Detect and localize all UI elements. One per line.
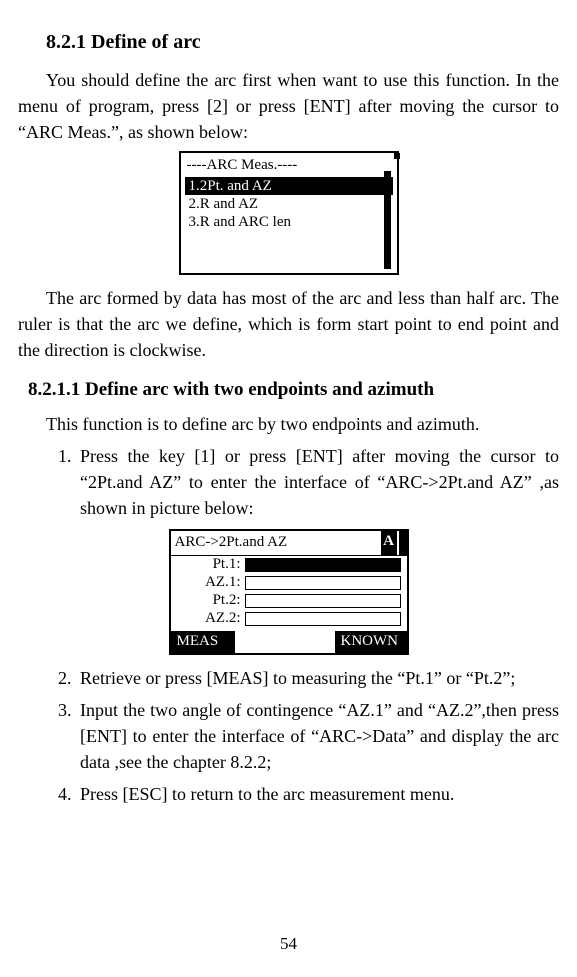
label-az2: AZ.2: — [171, 608, 245, 630]
steps-list: Press the key [1] or press [ENT] after m… — [46, 443, 559, 521]
document-page: 8.2.1 Define of arc You should define th… — [0, 0, 577, 977]
screen1-title: ----ARC Meas.---- — [181, 153, 397, 177]
step-3: Input the two angle of contingence “AZ.1… — [76, 697, 559, 775]
screen-arc-2pt-az-form: ARC->2Pt.and AZ A Pt.1: AZ.1: Pt.2: AZ.2… — [169, 529, 409, 655]
input-pt2[interactable] — [245, 594, 401, 608]
step-2: Retrieve or press [MEAS] to measuring th… — [76, 665, 559, 691]
steps-list-continued: Retrieve or press [MEAS] to measuring th… — [46, 665, 559, 807]
screen2-mode-badge: A — [381, 531, 397, 555]
menu-item-r-and-az[interactable]: 2.R and AZ — [185, 195, 393, 213]
menu-item-2pt-and-az[interactable]: 1.2Pt. and AZ — [185, 177, 393, 195]
input-az2[interactable] — [245, 612, 401, 626]
softkey-known[interactable]: KNOWN — [335, 631, 407, 653]
input-az1[interactable] — [245, 576, 401, 590]
screen-corner-mark — [394, 153, 400, 159]
paragraph-intro: You should define the arc first when wan… — [18, 67, 559, 145]
form-row-az2: AZ.2: — [171, 610, 407, 628]
screen1-menu-list: 1.2Pt. and AZ 2.R and AZ 3.R and ARC len — [185, 177, 393, 231]
softkey-meas[interactable]: MEAS — [171, 631, 235, 653]
screen2-battery-icon — [399, 531, 407, 555]
input-pt1[interactable] — [245, 558, 401, 572]
heading-define-arc-endpoints-azimuth: 8.2.1.1 Define arc with two endpoints an… — [28, 376, 559, 404]
screen-arc-meas-menu: ----ARC Meas.---- 1.2Pt. and AZ 2.R and … — [179, 151, 399, 275]
screen2-topbar: ARC->2Pt.and AZ A — [171, 531, 407, 556]
paragraph-subintro: This function is to define arc by two en… — [46, 411, 559, 437]
menu-item-r-and-arc-len[interactable]: 3.R and ARC len — [185, 213, 393, 231]
step-1: Press the key [1] or press [ENT] after m… — [76, 443, 559, 521]
paragraph-arc-rule: The arc formed by data has most of the a… — [18, 285, 559, 363]
screen2-title: ARC->2Pt.and AZ — [171, 531, 381, 555]
page-number: 54 — [0, 932, 577, 957]
step-4: Press [ESC] to return to the arc measure… — [76, 781, 559, 807]
screen2-softkeys: MEAS KNOWN — [171, 631, 407, 653]
screen1-scrollbar[interactable] — [384, 171, 391, 269]
heading-define-of-arc: 8.2.1 Define of arc — [46, 28, 559, 57]
